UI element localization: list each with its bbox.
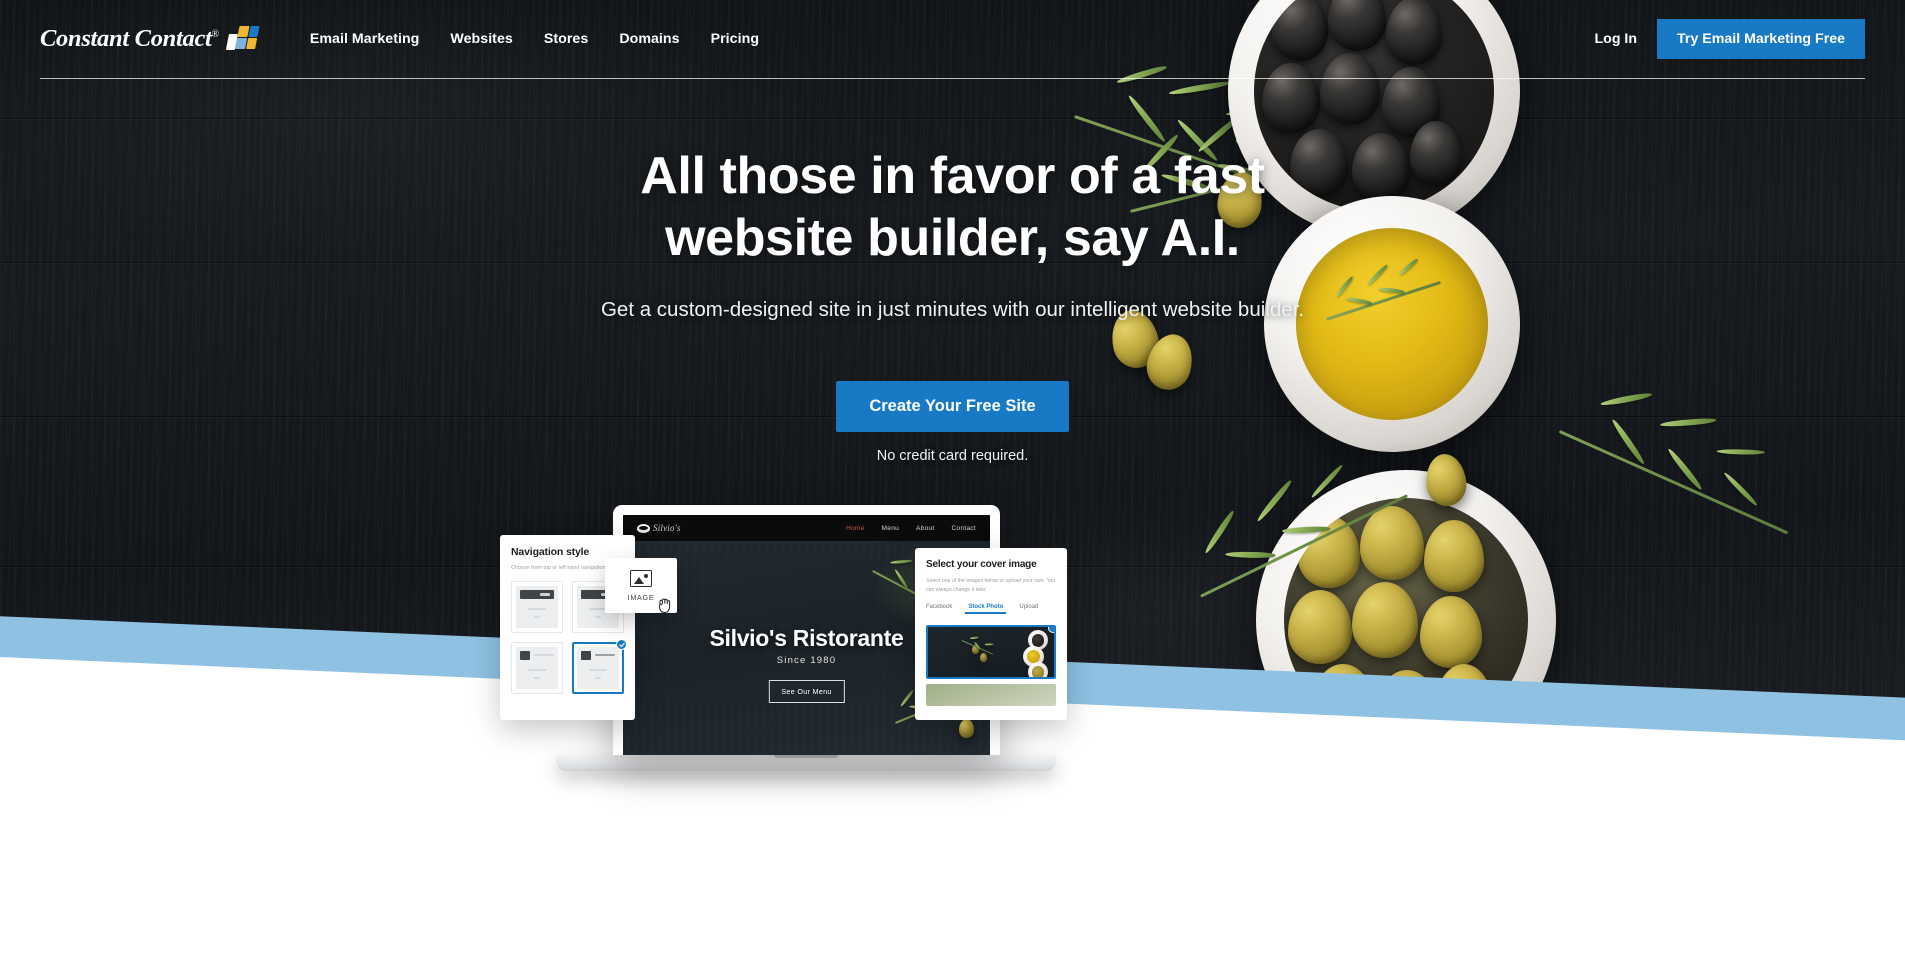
brand-logo[interactable]: Constant Contact® xyxy=(40,25,260,53)
plate-icon xyxy=(637,523,650,533)
nav-item-websites[interactable]: Websites xyxy=(450,31,512,47)
navigation-style-title: Navigation style xyxy=(511,546,590,558)
cover-image-description: Select one of the images below or upload… xyxy=(926,578,1056,593)
nav-item-pricing[interactable]: Pricing xyxy=(711,31,759,47)
constant-contact-flag-icon xyxy=(225,25,260,53)
brand-name: Constant Contact® xyxy=(40,25,220,52)
cover-image-thumbnails xyxy=(926,625,1056,707)
cover-image-panel: Select your cover image Select one of th… xyxy=(915,548,1067,720)
page-title: All those in favor of a fast website bui… xyxy=(0,150,1905,264)
nav-style-option-left-2-selected[interactable] xyxy=(572,639,627,695)
preview-logo-text: Silvio's xyxy=(653,523,681,533)
main-navigation: Email Marketing Websites Stores Domains … xyxy=(310,31,759,47)
tab-upload[interactable]: Upload xyxy=(1019,604,1038,614)
preview-site-nav: Silvio's Home Menu About Contact xyxy=(623,515,990,541)
nav-style-option-left-1[interactable] xyxy=(511,642,563,695)
preview-see-our-menu-button[interactable]: See Our Menu xyxy=(768,680,845,703)
nav-item-stores[interactable]: Stores xyxy=(544,31,588,47)
registered-trademark: ® xyxy=(211,28,220,40)
try-email-marketing-free-button[interactable]: Try Email Marketing Free xyxy=(1657,18,1865,60)
image-chip-label: IMAGE xyxy=(627,592,655,602)
laptop-base xyxy=(556,755,1056,771)
nav-style-option-top-1[interactable] xyxy=(511,581,563,634)
preview-olive xyxy=(959,719,974,738)
preview-nav-links: Home Menu About Contact xyxy=(846,525,976,532)
no-credit-card-note: No credit card required. xyxy=(876,448,1029,464)
nav-item-email-marketing[interactable]: Email Marketing xyxy=(310,31,420,47)
create-your-free-site-button[interactable]: Create Your Free Site xyxy=(836,381,1069,432)
tab-stock-photo[interactable]: Stock Photo xyxy=(965,604,1007,615)
preview-site-logo: Silvio's xyxy=(637,523,681,533)
preview-nav-item-menu[interactable]: Menu xyxy=(882,525,900,532)
cover-thumbnail-olives-selected[interactable] xyxy=(926,625,1056,680)
selected-check-icon xyxy=(1048,627,1054,634)
cover-image-title: Select your cover image xyxy=(926,559,1037,570)
tab-facebook[interactable]: Facebook xyxy=(926,604,952,614)
preview-nav-item-home[interactable]: Home xyxy=(846,525,865,532)
hero-subtitle: Get a custom-designed site in just minut… xyxy=(600,298,1305,321)
preview-nav-item-about[interactable]: About xyxy=(916,525,934,532)
preview-nav-item-contact[interactable]: Contact xyxy=(952,525,976,532)
nav-item-domains[interactable]: Domains xyxy=(619,31,679,47)
site-header: Constant Contact® Email Marketing Websit… xyxy=(0,0,1905,79)
log-in-link[interactable]: Log In xyxy=(1594,31,1637,47)
hero-title-line-1: All those in favor of a fast xyxy=(640,147,1265,205)
hero-title-line-2: website builder, say A.I. xyxy=(665,209,1240,267)
cover-thumbnail-vegetables[interactable] xyxy=(926,684,1056,707)
cover-image-tabs: Facebook Stock Photo Upload xyxy=(926,604,1056,618)
grabbing-hand-cursor-icon xyxy=(659,598,671,614)
image-icon xyxy=(630,569,652,587)
